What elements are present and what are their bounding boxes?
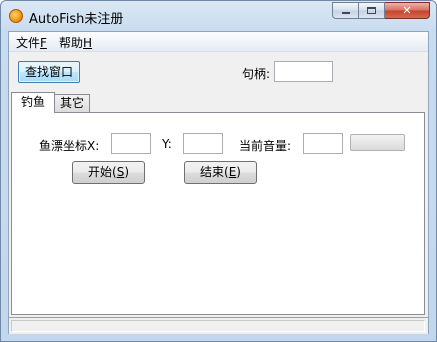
stop-button-label: 结束( bbox=[200, 165, 229, 179]
volume-label: 当前音量: bbox=[239, 139, 292, 153]
menu-help-mnemonic: H bbox=[83, 36, 93, 50]
find-window-button[interactable]: 查找窗口 bbox=[18, 61, 80, 83]
minimize-icon bbox=[342, 12, 350, 14]
close-button[interactable]: ✕ bbox=[385, 2, 430, 19]
float-coord-label: 鱼漂坐标X: bbox=[39, 139, 100, 153]
x-input[interactable] bbox=[111, 133, 151, 154]
caption-buttons: ✕ bbox=[332, 2, 430, 20]
client-area: 文件F 帮助H 查找窗口 句柄: 钓鱼 其它 鱼漂坐标X: Y: 当前音量: 开… bbox=[8, 31, 429, 334]
status-pane bbox=[11, 320, 425, 332]
tab-fishing[interactable]: 钓鱼 bbox=[11, 92, 55, 113]
volume-meter bbox=[350, 134, 405, 151]
maximize-icon bbox=[367, 7, 376, 14]
status-bar bbox=[9, 317, 428, 334]
start-button-close: ) bbox=[124, 165, 129, 179]
close-icon: ✕ bbox=[402, 4, 412, 17]
maximize-button[interactable] bbox=[359, 2, 385, 19]
window-title: AutoFish未注册 bbox=[29, 12, 124, 27]
title-bar[interactable]: AutoFish未注册 ✕ bbox=[1, 1, 436, 31]
start-button-label: 开始( bbox=[88, 165, 117, 179]
menu-help-label: 帮助 bbox=[59, 36, 84, 50]
menu-help[interactable]: 帮助H bbox=[59, 34, 92, 51]
handle-label: 句柄: bbox=[242, 67, 271, 81]
app-icon bbox=[9, 9, 23, 23]
app-window: AutoFish未注册 ✕ 文件F 帮助H 查找窗口 句柄: 钓鱼 其它 鱼漂坐… bbox=[0, 0, 437, 342]
y-label: Y: bbox=[162, 137, 172, 151]
menu-file[interactable]: 文件F bbox=[16, 34, 47, 51]
fishing-panel: 鱼漂坐标X: Y: 当前音量: 开始(S) 结束(E) bbox=[11, 112, 425, 315]
menu-bar: 文件F 帮助H bbox=[9, 32, 428, 52]
stop-button-close: ) bbox=[236, 165, 241, 179]
menu-file-label: 文件 bbox=[16, 36, 41, 50]
handle-input[interactable] bbox=[274, 61, 333, 82]
y-input[interactable] bbox=[183, 133, 223, 154]
menu-file-mnemonic: F bbox=[40, 36, 47, 50]
minimize-button[interactable] bbox=[332, 2, 359, 19]
volume-input[interactable] bbox=[303, 133, 343, 154]
tab-other[interactable]: 其它 bbox=[54, 94, 90, 112]
stop-button[interactable]: 结束(E) bbox=[184, 161, 257, 184]
start-button[interactable]: 开始(S) bbox=[72, 161, 145, 184]
